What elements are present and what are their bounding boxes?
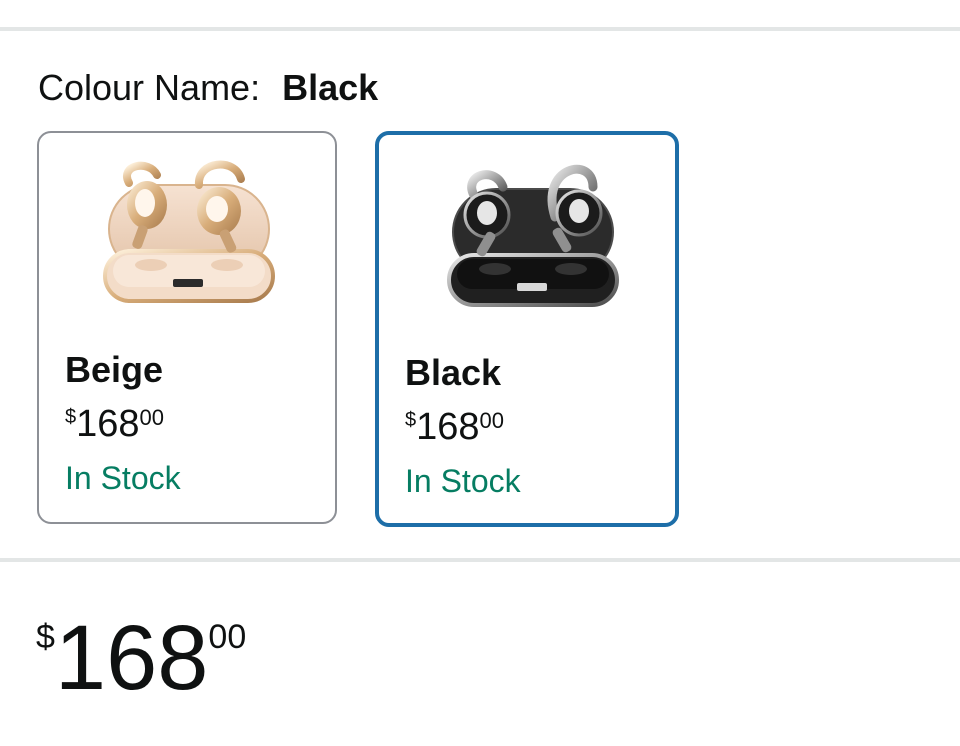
variation-header: Colour Name: Black bbox=[38, 68, 378, 108]
main-price: $16800 bbox=[36, 612, 246, 704]
main-price-whole: 168 bbox=[54, 607, 209, 709]
swatch-black-availability: In Stock bbox=[405, 463, 521, 499]
main-price-currency-symbol: $ bbox=[36, 618, 55, 656]
price-whole: 168 bbox=[76, 403, 140, 445]
variation-selected-value: Black bbox=[282, 67, 379, 108]
section-divider bbox=[0, 558, 960, 562]
swatch-beige-name: Beige bbox=[65, 349, 164, 390]
swatch-beige-availability: In Stock bbox=[65, 460, 181, 496]
swatch-beige[interactable]: Beige $16800 In Stock bbox=[37, 131, 337, 524]
price-whole: 168 bbox=[416, 406, 480, 448]
swatch-beige-price: $16800 bbox=[65, 405, 164, 443]
currency-symbol: $ bbox=[65, 406, 77, 428]
main-price-fraction: 00 bbox=[208, 618, 247, 656]
swatch-black-name: Black bbox=[405, 352, 502, 393]
swatch-black[interactable]: Black $16800 In Stock bbox=[375, 131, 679, 527]
currency-symbol: $ bbox=[405, 409, 417, 431]
swatch-black-price: $16800 bbox=[405, 408, 504, 446]
price-fraction: 00 bbox=[479, 408, 505, 433]
price-fraction: 00 bbox=[139, 405, 165, 430]
top-divider bbox=[0, 27, 960, 31]
earbuds-black-image bbox=[443, 157, 623, 317]
variation-label: Colour Name: bbox=[38, 67, 261, 108]
earbuds-beige-image bbox=[99, 155, 279, 315]
